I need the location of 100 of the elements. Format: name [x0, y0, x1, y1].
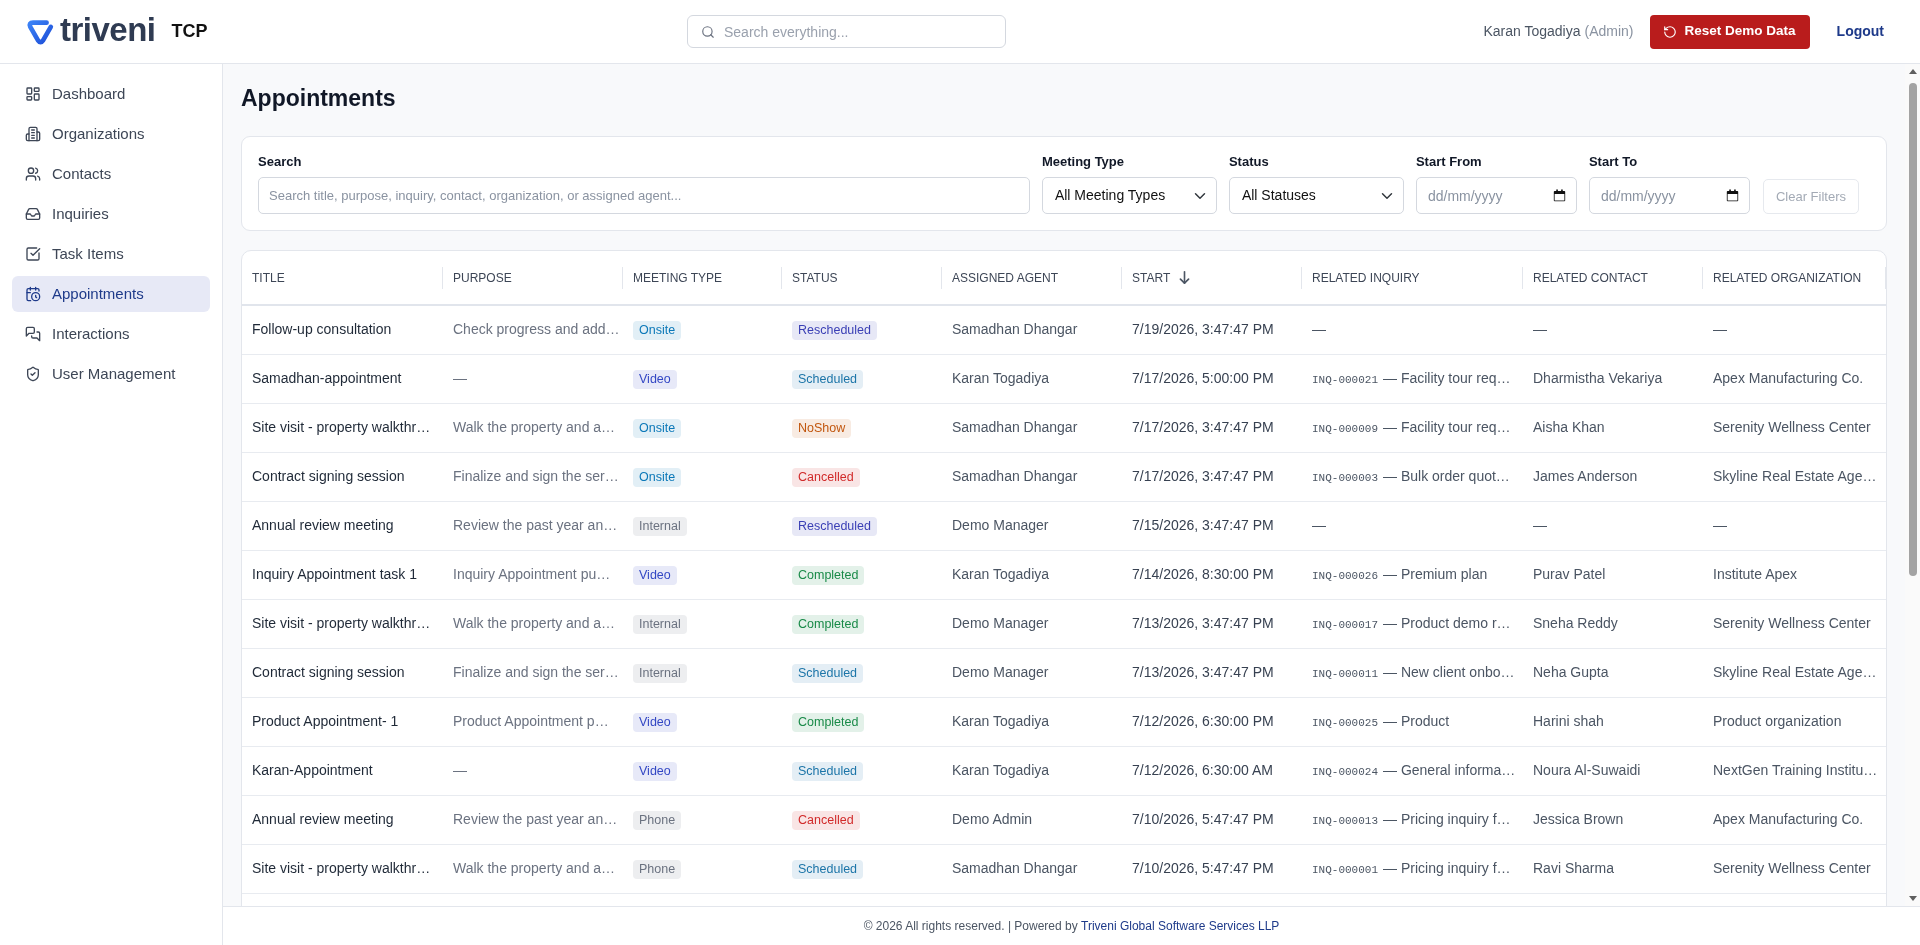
inbox-icon	[25, 206, 41, 222]
status-select[interactable]: All Statuses	[1228, 177, 1404, 214]
purpose-text: —	[453, 762, 467, 778]
contact-name: Dharmistha Vekariya	[1533, 370, 1663, 386]
purpose-text: Finalize and sign the ser…	[453, 468, 619, 484]
logout-link[interactable]: Logout	[1836, 21, 1884, 42]
inquiry-summary: —	[1312, 517, 1326, 533]
meeting-type-badge: Video	[633, 762, 677, 781]
sidebar-item[interactable]: Interactions	[12, 316, 210, 352]
inquiry-code: INQ-000009	[1312, 423, 1378, 435]
status-badge: Rescheduled	[792, 321, 877, 341]
contact-name: Aisha Khan	[1533, 419, 1605, 435]
agent-name: Karan Togadiya	[952, 370, 1050, 386]
organization-name: —	[1713, 517, 1727, 533]
meeting-type-badge: Video	[633, 370, 677, 389]
grid-icon	[25, 86, 41, 102]
user-name: Karan Togadiya	[1483, 22, 1581, 41]
reset-button[interactable]: Reset Demo Data	[1649, 14, 1810, 49]
sidebar-item[interactable]: Task Items	[12, 236, 210, 272]
contact-name: Jessica Brown	[1533, 811, 1624, 827]
organization-name: Serenity Wellness Center	[1713, 860, 1871, 876]
agent-name: Karan Togadiya	[952, 762, 1050, 778]
filter-label: Start To	[1588, 153, 1639, 171]
meeting-type-badge: Internal	[633, 517, 687, 536]
inquiry-code: INQ-000001	[1312, 864, 1378, 876]
meeting-type-badge: Internal	[633, 615, 687, 634]
inquiry-code: INQ-000017	[1312, 619, 1378, 631]
contact-name: —	[1533, 517, 1547, 533]
contact-name: Neha Gupta	[1533, 664, 1609, 680]
agent-name: Demo Manager	[952, 664, 1049, 680]
start-date-time: 7/17/2026, 3:47:47 PM	[1132, 419, 1274, 435]
inquiry-summary: — Pricing inquiry f…	[1383, 811, 1511, 827]
search-field[interactable]: Search everything...	[687, 15, 1006, 48]
start-date-time: 7/19/2026, 3:47:47 PM	[1132, 321, 1274, 338]
contact-name: Harini shah	[1533, 713, 1604, 729]
search-input[interactable]: Search title, purpose, inquiry, contact, organization, or assigned agent...	[258, 177, 1030, 214]
meeting-type-badge: Onsite	[633, 321, 682, 341]
scrollbar-thumb[interactable]	[1908, 83, 1917, 576]
purpose-text: Finalize and sign the ser…	[453, 664, 619, 680]
scroll-up-arrow-icon[interactable]	[1908, 69, 1917, 74]
appointment-title: Site visit - property walkthr…	[252, 860, 431, 876]
start-date-time: 7/17/2026, 3:47:47 PM	[1132, 468, 1274, 484]
scroll-down-arrow-icon[interactable]	[1908, 896, 1917, 901]
appointment-title: Samadhan-appointment	[252, 370, 402, 386]
filter-label: Start From	[1415, 153, 1483, 171]
contact-name: Noura Al-Suwaidi	[1533, 762, 1641, 778]
date-field[interactable]: dd/mm/yyyy	[1415, 177, 1577, 214]
agent-name: Samadhan Dhangar	[952, 468, 1078, 484]
appointment-title: Site visit - property walkthr…	[252, 419, 431, 435]
purpose-text: Walk the property and a…	[453, 615, 616, 631]
date-field[interactable]: dd/mm/yyyy	[1588, 177, 1750, 214]
start-date-time: 7/12/2026, 6:30:00 AM	[1132, 762, 1273, 778]
contact-name: James Anderson	[1533, 468, 1638, 484]
purpose-text: —	[453, 370, 467, 386]
inquiry-summary: — Facility tour req…	[1383, 419, 1511, 435]
appointment-title: Contract signing session	[252, 664, 405, 680]
appointment-title: Inquiry Appointment task 1	[252, 566, 417, 582]
status-badge: Cancelled	[792, 811, 860, 830]
inquiry-summary: — Product	[1383, 713, 1450, 729]
contact-name: —	[1533, 321, 1547, 338]
page-title: Appointments	[241, 84, 397, 113]
start-date-time: 7/13/2026, 3:47:47 PM	[1132, 664, 1274, 680]
status-badge: Scheduled	[792, 370, 864, 389]
logo-text: triveni	[60, 12, 156, 46]
calendar-icon[interactable]	[1552, 189, 1566, 202]
calendar-icon[interactable]	[1725, 189, 1739, 202]
inquiry-summary: — General informa…	[1383, 762, 1516, 778]
users-icon	[25, 166, 41, 182]
sidebar-item[interactable]: User Management	[12, 356, 210, 392]
appointment-title: Karan-Appointment	[252, 762, 373, 778]
organization-name: Skyline Real Estate Age…	[1713, 664, 1877, 680]
inquiry-summary: — Bulk order quot…	[1383, 468, 1510, 484]
inquiry-summary: —	[1312, 321, 1326, 338]
organization-name: Apex Manufacturing Co.	[1713, 370, 1864, 386]
agent-name: Samadhan Dhangar	[952, 419, 1078, 435]
sidebar-item[interactable]: Organizations	[12, 116, 210, 152]
inquiry-code: INQ-000026	[1312, 570, 1378, 582]
contact-name: Ravi Sharma	[1533, 860, 1614, 876]
start-date-time: 7/15/2026, 3:47:47 PM	[1132, 517, 1274, 533]
sidebar-item[interactable]: Dashboard	[12, 76, 210, 112]
start-date-time: 7/12/2026, 6:30:00 PM	[1132, 713, 1274, 729]
purpose-text: Inquiry Appointment pu…	[453, 566, 611, 582]
inquiry-summary: — Premium plan	[1383, 566, 1488, 582]
agent-name: Demo Manager	[952, 517, 1049, 533]
organization-name: Serenity Wellness Center	[1713, 419, 1871, 435]
organization-name: Product organization	[1713, 713, 1842, 729]
filter-label: Status	[1228, 153, 1270, 171]
building-icon	[25, 126, 41, 142]
organization-name: Apex Manufacturing Co.	[1713, 811, 1864, 827]
sidebar-item[interactable]: Inquiries	[12, 196, 210, 232]
sidebar-item[interactable]: Appointments	[12, 276, 210, 312]
purpose-text: Walk the property and a…	[453, 419, 616, 435]
sidebar-item[interactable]: Contacts	[12, 156, 210, 192]
inquiry-code: INQ-000003	[1312, 472, 1378, 484]
inquiry-code: INQ-000011	[1312, 668, 1378, 680]
company-link[interactable]: Triveni Global Software Services LLP	[1081, 919, 1280, 933]
meeting-type-select[interactable]: All Meeting Types	[1041, 177, 1217, 214]
filter-label: Search	[258, 153, 303, 171]
inquiry-code: INQ-000024	[1312, 766, 1378, 778]
start-date-time: 7/10/2026, 5:47:47 PM	[1132, 811, 1274, 827]
